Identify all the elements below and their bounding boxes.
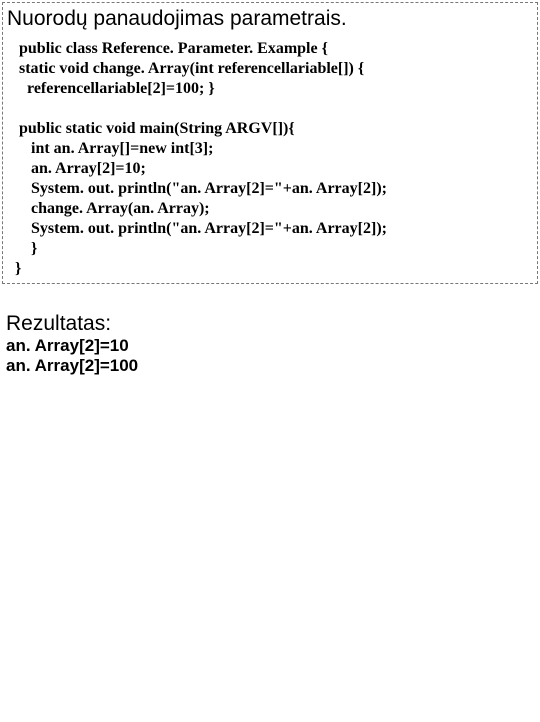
code-listing: public class Reference. Parameter. Examp…	[3, 39, 537, 279]
result-line-2: an. Array[2]=100	[6, 356, 540, 376]
code-box: Nuorodų panaudojimas parametrais. public…	[2, 2, 538, 284]
result-block: Rezultatas: an. Array[2]=10 an. Array[2]…	[0, 284, 540, 376]
page-title: Nuorodų panaudojimas parametrais.	[3, 5, 537, 39]
result-title: Rezultatas:	[6, 312, 540, 336]
result-line-1: an. Array[2]=10	[6, 336, 540, 356]
